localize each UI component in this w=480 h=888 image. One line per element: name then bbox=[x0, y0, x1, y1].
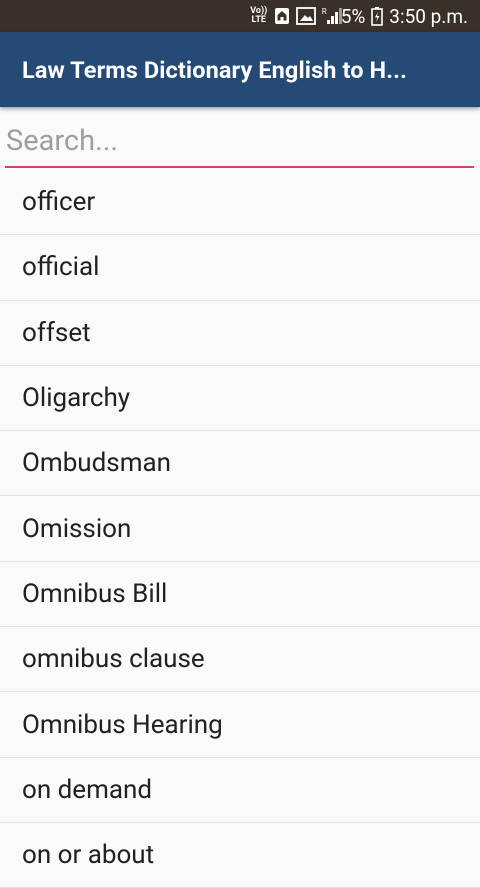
lte-label: LTE bbox=[251, 15, 266, 25]
list-item[interactable]: on demand bbox=[0, 758, 480, 823]
app-bar: Law Terms Dictionary English to H... bbox=[0, 32, 480, 107]
clock: 3:50 p.m. bbox=[389, 4, 468, 28]
signal-roaming-label: R bbox=[321, 6, 327, 16]
battery-percent: 5% bbox=[340, 4, 366, 28]
search-input[interactable] bbox=[5, 115, 474, 168]
list-item[interactable]: on or about bbox=[0, 823, 480, 888]
image-notification-icon bbox=[295, 7, 316, 25]
signal-strength-icon: R bbox=[321, 6, 342, 25]
list-item[interactable]: omnibus clause bbox=[0, 627, 480, 693]
list-item[interactable]: Omission bbox=[0, 496, 480, 562]
volte-lte-icon: Vo)) LTE bbox=[250, 7, 268, 25]
list-item[interactable]: offset bbox=[0, 301, 480, 366]
list-item[interactable]: Ombudsman bbox=[0, 431, 480, 497]
list-item[interactable]: Omnibus Bill bbox=[0, 562, 480, 628]
list-item[interactable]: Omnibus Hearing bbox=[0, 692, 480, 758]
status-bar: Vo)) LTE R 5% 3:50 p.m. bbox=[0, 0, 480, 32]
search-container bbox=[5, 115, 474, 170]
term-list: officer official offset Oligarchy Ombuds… bbox=[0, 170, 480, 888]
battery-icon bbox=[371, 6, 384, 26]
list-item[interactable]: official bbox=[0, 235, 480, 301]
app-title: Law Terms Dictionary English to H... bbox=[22, 55, 407, 84]
list-item[interactable]: Oligarchy bbox=[0, 366, 480, 432]
list-item[interactable]: officer bbox=[0, 170, 480, 236]
home-notification-icon bbox=[274, 7, 290, 25]
